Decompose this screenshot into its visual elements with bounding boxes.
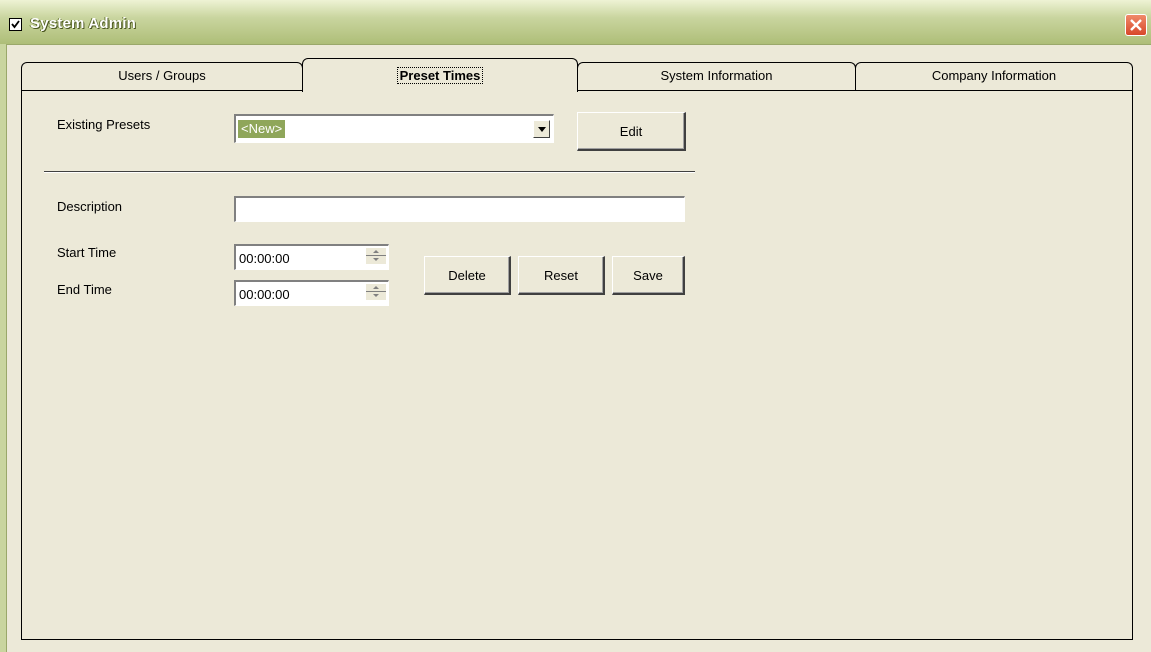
save-button[interactable]: Save [612,256,685,295]
start-time-up-button[interactable] [366,248,386,256]
end-time-spinner[interactable]: 00:00:00 [234,280,389,306]
description-label: Description [57,199,123,214]
arrow-down-icon [373,294,379,297]
tab-users-groups[interactable]: Users / Groups [21,62,303,91]
section-divider [44,171,695,173]
reset-button[interactable]: Reset [518,256,605,295]
checkbox-app-icon [9,18,22,31]
start-time-spinner[interactable]: 00:00:00 [234,244,389,270]
chevron-down-icon [538,127,546,132]
window-frame-left [0,44,7,652]
start-time-spin-buttons[interactable] [366,248,386,265]
existing-presets-selected: <New> [238,120,286,138]
end-time-label: End Time [57,282,112,297]
close-button[interactable] [1125,14,1147,36]
window-title: System Admin [30,15,137,32]
tab-preset-times-label: Preset Times [396,67,484,84]
arrow-down-icon [373,258,379,261]
close-icon [1130,19,1142,31]
tab-system-information[interactable]: System Information [577,62,856,91]
dropdown-arrow-button[interactable] [533,120,550,138]
arrow-up-icon [373,250,379,253]
start-time-down-button[interactable] [366,256,386,264]
start-time-value: 00:00:00 [239,251,290,266]
delete-button[interactable]: Delete [424,256,511,295]
existing-presets-dropdown[interactable]: <New> [234,114,554,143]
arrow-up-icon [373,286,379,289]
edit-button[interactable]: Edit [577,112,686,151]
end-time-down-button[interactable] [366,292,386,300]
tab-preset-times[interactable]: Preset Times [302,58,578,92]
end-time-up-button[interactable] [366,284,386,292]
end-time-value: 00:00:00 [239,287,290,302]
title-bar[interactable]: System Admin [0,0,1151,45]
existing-presets-label: Existing Presets [57,117,151,132]
start-time-label: Start Time [57,245,117,260]
description-field[interactable] [234,196,685,222]
end-time-spin-buttons[interactable] [366,284,386,301]
tab-company-information[interactable]: Company Information [855,62,1133,91]
